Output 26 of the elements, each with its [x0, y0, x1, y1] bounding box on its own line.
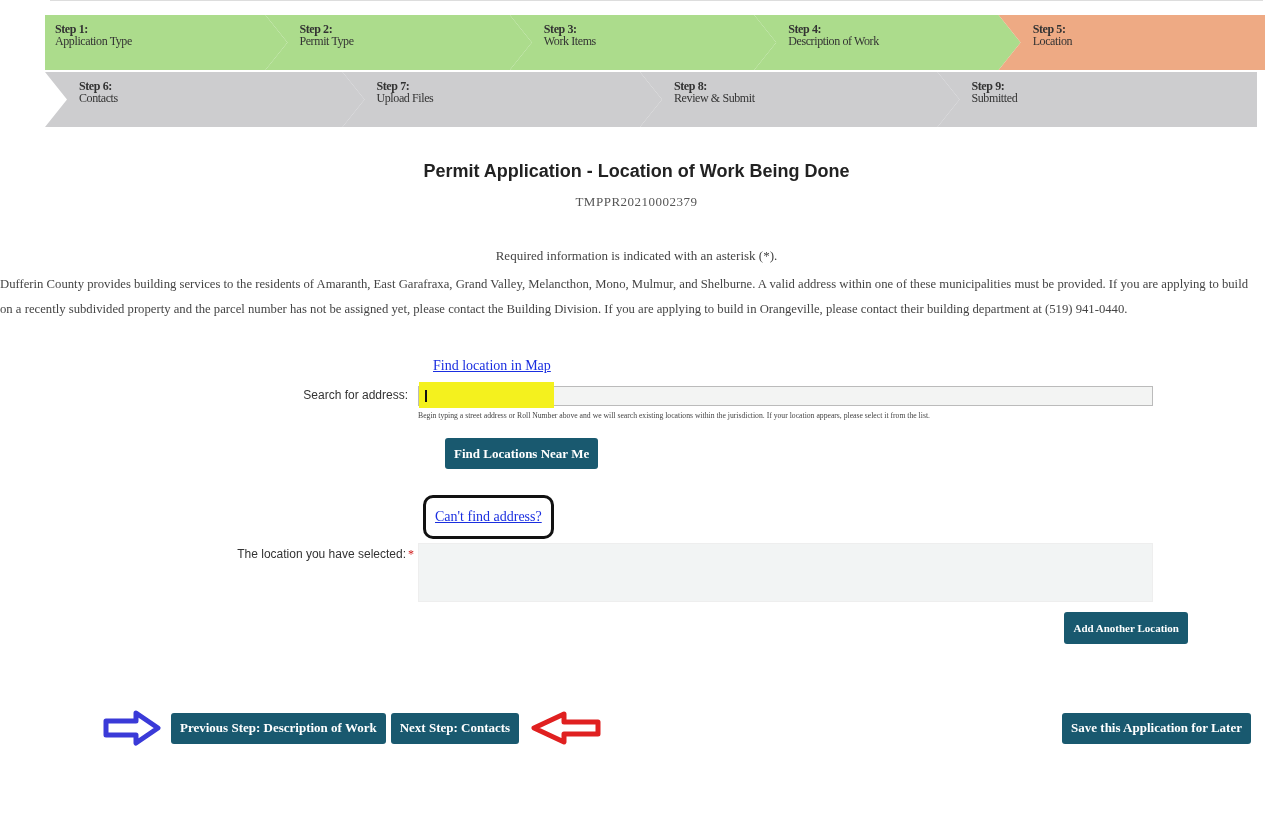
save-later-button[interactable]: Save this Application for Later — [1062, 712, 1251, 744]
text-cursor-icon — [425, 390, 427, 402]
step-tab[interactable]: Step 5: Location — [998, 15, 1266, 70]
near-me-button[interactable]: Find Locations Near Me — [445, 438, 599, 469]
step-tab[interactable]: Step 8: Review & Submit — [640, 72, 960, 127]
step-tab[interactable]: Step 3: Work Items — [509, 15, 777, 70]
step-tab[interactable]: Step 7: Upload Files — [342, 72, 662, 127]
required-mark: * — [408, 547, 414, 562]
step-tab[interactable]: Step 4: Description of Work — [754, 15, 1021, 70]
previous-step-button[interactable]: Previous Step: Description of Work — [171, 712, 386, 744]
field-label: Search for address: — [303, 388, 409, 402]
next-step-button[interactable]: Next Step: Contacts — [390, 712, 520, 744]
cant-find-link[interactable]: Can't find address? — [423, 495, 554, 539]
map-link[interactable]: Find location in Map — [433, 358, 1153, 374]
required-note: Required information is indicated with an asterisk (*). — [494, 248, 779, 264]
intro-paragraph: Dufferin County provides building services to the residents of Amaranth, East Garafraxa, Grand Valley, Melancthon, Mono, Mulmur, and Shelburne. A valid address within one of these municipalities must be provided. If you are applying to build on a recently subdivided property and the parcel number has not be assigned yet, please contact the Building Division. If you are applying to build in Orangeville, please contact their building department at (519) 941-0440. — [0, 276, 1249, 318]
step-tab[interactable]: Step 6: Contacts — [45, 72, 365, 127]
field-label: The location you have selected: — [237, 547, 407, 561]
left-arrow-icon — [531, 711, 602, 745]
right-arrow-icon — [103, 710, 161, 746]
add-location-button[interactable]: Add Another Location — [1064, 612, 1188, 644]
application-number: TMPPR20210002379 — [574, 194, 699, 210]
step-tab[interactable]: Step 1: Application Type — [45, 15, 288, 70]
step-tab[interactable]: Step 9: Submitted — [937, 72, 1257, 127]
page-title: Permit Application - Location of Work Being Done — [422, 161, 851, 182]
step-tab[interactable]: Step 2: Permit Type — [265, 15, 532, 70]
